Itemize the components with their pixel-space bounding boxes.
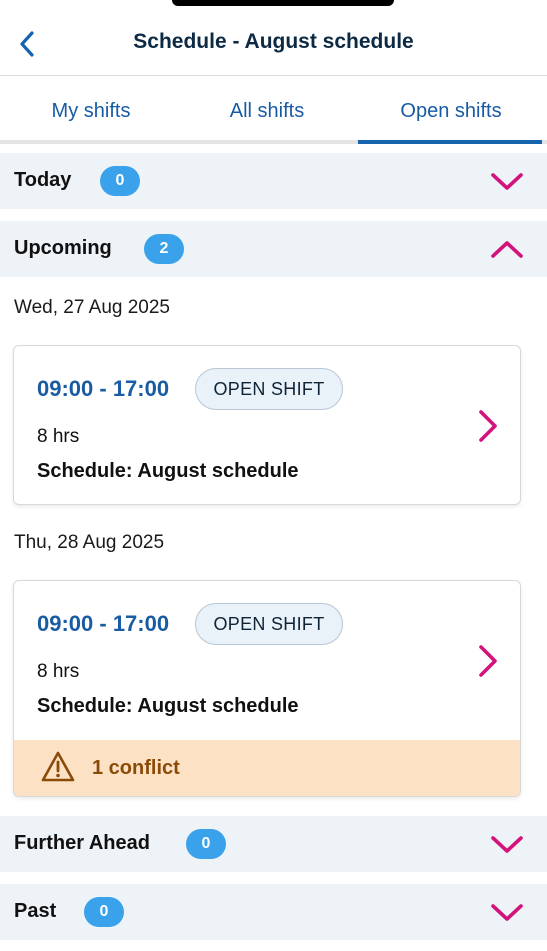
- section-today[interactable]: Today 0: [0, 153, 547, 209]
- chevron-up-icon: [491, 241, 523, 258]
- section-today-label: Today: [14, 169, 72, 191]
- active-tab-indicator: [358, 140, 542, 144]
- past-count-badge: 0: [84, 897, 124, 927]
- conflict-banner[interactable]: 1 conflict: [14, 740, 520, 796]
- shift-schedule: Schedule: August schedule: [37, 460, 299, 482]
- chevron-down-icon: [491, 904, 523, 921]
- chevron-down-icon: [491, 836, 523, 853]
- shift-card[interactable]: 09:00 - 17:00 OPEN SHIFT 8 hrs Schedule:…: [13, 345, 521, 505]
- today-count-badge: 0: [100, 166, 140, 196]
- open-shift-tag: OPEN SHIFT: [195, 603, 343, 645]
- shift-schedule: Schedule: August schedule: [37, 695, 299, 717]
- upcoming-count-badge: 2: [144, 234, 184, 264]
- page-title: Schedule - August schedule: [133, 30, 414, 53]
- shift-date-label: Thu, 28 Aug 2025: [14, 532, 165, 553]
- chevron-right-icon: [479, 645, 497, 677]
- chevron-right-icon: [479, 410, 497, 442]
- open-shift-tag: OPEN SHIFT: [195, 368, 343, 410]
- further-ahead-count-badge: 0: [186, 829, 226, 859]
- shift-card[interactable]: 09:00 - 17:00 OPEN SHIFT 8 hrs Schedule:…: [13, 580, 521, 797]
- conflict-count-text: 1 conflict: [92, 757, 180, 779]
- tab-open-shifts[interactable]: Open shifts: [360, 76, 542, 144]
- shift-time: 09:00 - 17:00: [37, 611, 170, 636]
- tab-my-shifts[interactable]: My shifts: [0, 76, 182, 144]
- section-past-label: Past: [14, 900, 57, 922]
- shift-date-label: Wed, 27 Aug 2025: [14, 297, 170, 318]
- warning-triangle-icon: [41, 751, 75, 782]
- tab-all-shifts[interactable]: All shifts: [176, 76, 358, 144]
- section-further-ahead-label: Further Ahead: [14, 832, 150, 854]
- shift-hours: 8 hrs: [37, 661, 80, 682]
- shift-time: 09:00 - 17:00: [37, 376, 170, 401]
- tab-bar: My shifts All shifts Open shifts: [0, 76, 547, 144]
- chevron-down-icon: [491, 173, 523, 190]
- section-further-ahead[interactable]: Further Ahead 0: [0, 816, 547, 872]
- section-upcoming-label: Upcoming: [14, 237, 112, 259]
- section-past[interactable]: Past 0: [0, 884, 547, 940]
- shift-hours: 8 hrs: [37, 426, 80, 447]
- app-header: Schedule - August schedule: [0, 0, 547, 76]
- section-upcoming[interactable]: Upcoming 2: [0, 221, 547, 277]
